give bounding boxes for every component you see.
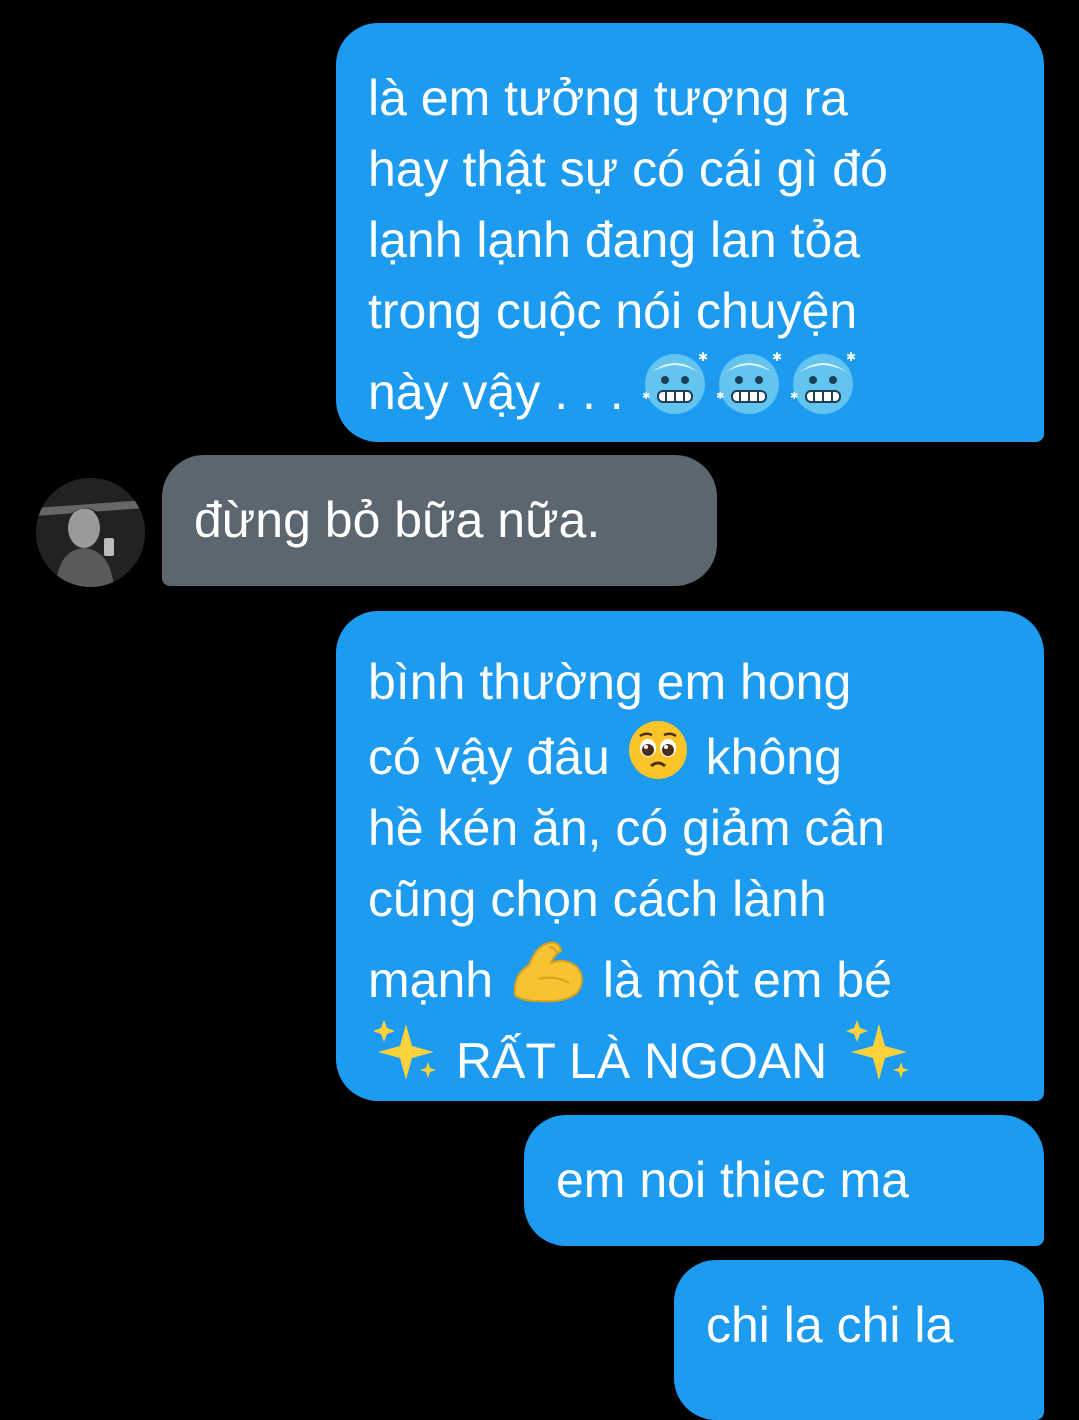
message-text: RẤT LÀ NGOAN [455, 1033, 828, 1089]
contact-photo-icon [36, 478, 145, 587]
sparkles-emoji [373, 1020, 436, 1080]
message-text: chi la chi la [706, 1297, 954, 1353]
cold-face-emoji: ✱ ✱ [790, 350, 856, 414]
message-text-line: hề kén ăn, có giảm cân [368, 800, 885, 856]
message-text: là một em bé [602, 952, 892, 1008]
message-text-line-with-emoji: có vậy đâu không [368, 718, 1044, 793]
message-text: này vậy . . . [368, 364, 624, 420]
message-text-line: trong cuộc nói chuyện [368, 283, 858, 339]
message-bubble-sent[interactable]: chi la chi la [674, 1260, 1044, 1420]
message-text-line: hay thật sự có cái gì đó [368, 141, 888, 197]
message-text: không [705, 729, 842, 785]
contact-avatar[interactable] [36, 478, 145, 587]
message-text-line-with-emoji: này vậy . . . ✱ ✱ ✱ ✱ ✱ ✱ [368, 347, 1044, 428]
message-text: có vậy đâu [368, 729, 610, 785]
svg-text:✱: ✱ [790, 391, 798, 402]
cold-face-emoji: ✱ ✱ [642, 350, 708, 414]
cold-face-emoji: ✱ ✱ [716, 350, 782, 414]
message-bubble-sent[interactable]: là em tưởng tượng ra hay thật sự có cái … [336, 23, 1044, 442]
message-bubble-sent[interactable]: bình thường em hong có vậy đâu không hề … [336, 611, 1044, 1101]
svg-text:✱: ✱ [642, 391, 650, 402]
svg-text:✱: ✱ [716, 391, 724, 402]
message-text-line-with-emoji: RẤT LÀ NGOAN [368, 1016, 1044, 1097]
message-text: mạnh [368, 952, 494, 1008]
svg-text:✱: ✱ [698, 350, 708, 364]
svg-text:✱: ✱ [846, 350, 856, 364]
message-text: đừng bỏ bữa nữa. [194, 492, 601, 548]
message-text-line: cũng chọn cách lành [368, 871, 827, 927]
message-text-line: lạnh lạnh đang lan tỏa [368, 212, 861, 268]
message-text-line-with-emoji: mạnh là một em bé [368, 935, 1044, 1016]
message-text-line: bình thường em hong [368, 654, 852, 710]
pleading-face-emoji [628, 721, 687, 779]
message-text-line: là em tưởng tượng ra [368, 70, 848, 126]
message-text: em noi thiec ma [556, 1152, 909, 1208]
message-bubble-sent[interactable]: em noi thiec ma [524, 1115, 1044, 1246]
sparkles-emoji [846, 1020, 910, 1080]
flexed-biceps-emoji [513, 941, 583, 1003]
svg-text:✱: ✱ [772, 350, 782, 364]
message-bubble-received[interactable]: đừng bỏ bữa nữa. [162, 455, 717, 586]
